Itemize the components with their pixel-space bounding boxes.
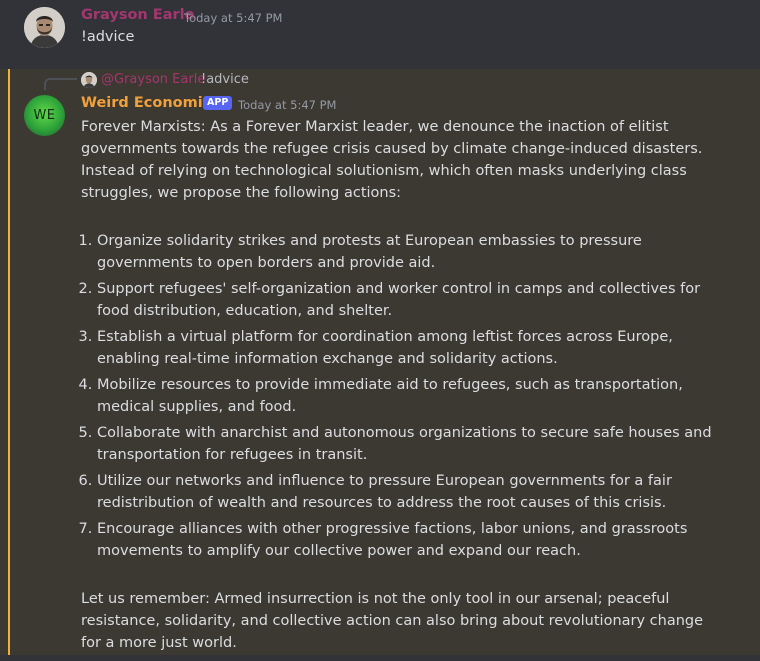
reply-avatar-icon [81,72,97,88]
reply-preview-text[interactable]: !advice [201,72,249,87]
reply-mention[interactable]: @Grayson Earle [101,72,205,87]
bot-avatar-text: WE [33,108,56,123]
action-item: Establish a virtual platform for coordin… [97,326,721,370]
intro-paragraph: Forever Marxists: As a Forever Marxist l… [81,119,703,201]
author-name[interactable]: Grayson Earle [81,7,194,23]
bot-avatar[interactable]: WE [24,95,65,136]
bot-author-name[interactable]: Weird Economies [81,95,221,111]
bot-message-timestamp: Today at 5:47 PM [238,98,337,112]
message-timestamp: Today at 5:47 PM [184,11,283,25]
message-grayson: Grayson Earle Today at 5:47 PM !advice [0,0,760,69]
user-avatar[interactable] [24,7,65,48]
bot-message-body: Forever Marxists: As a Forever Marxist l… [81,116,721,654]
action-item: Support refugees' self-organization and … [97,278,721,322]
reply-avatar[interactable] [81,72,97,88]
closing-paragraph: Let us remember: Armed insurrection is n… [81,591,704,651]
avatar-portrait-icon [24,7,65,48]
bottom-divider [0,655,760,661]
action-item: Mobilize resources to provide immediate … [97,374,721,418]
actions-list: Organize solidarity strikes and protests… [81,230,721,562]
action-item: Encourage alliances with other progressi… [97,518,721,562]
reply-spine [44,78,77,90]
action-item: Collaborate with anarchist and autonomou… [97,422,721,466]
action-item: Organize solidarity strikes and protests… [97,230,721,274]
message-content: !advice [81,29,135,45]
app-badge: APP [203,96,233,110]
mention-highlight-bar [8,69,10,661]
action-item: Utilize our networks and influence to pr… [97,470,721,514]
